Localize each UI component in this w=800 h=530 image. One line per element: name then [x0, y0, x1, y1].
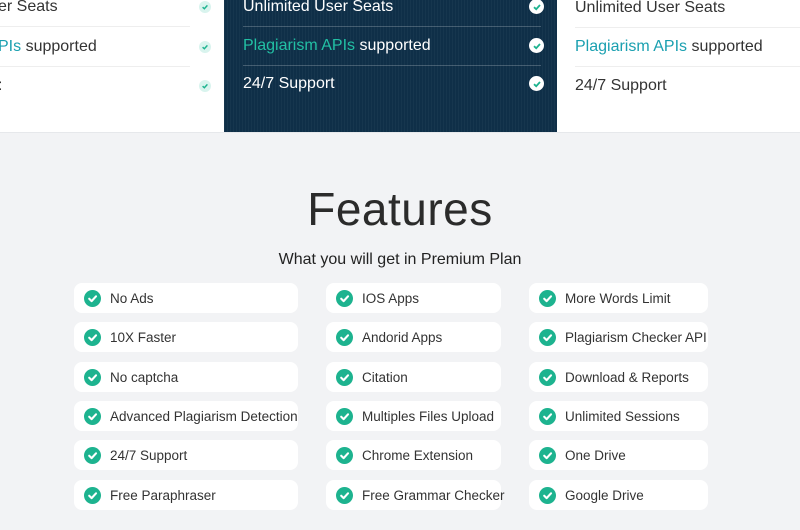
feature-item-label: Chrome Extension: [362, 447, 474, 463]
feature-row-text: Unlimited User Seats: [243, 0, 394, 15]
feature-row-text: 24/7 Support: [575, 76, 667, 94]
check-circle-icon: [336, 289, 353, 307]
feature-item-label: 24/7 Support: [110, 447, 188, 463]
feature-row: Unlimited User Seats: [243, 0, 544, 27]
feature-item: Free Paraphraser: [74, 480, 298, 510]
feature-row-text: Plagiarism APIs supported: [575, 38, 763, 56]
feature-row: Plagiarism APIs supported: [575, 27, 800, 67]
check-circle-icon: [539, 486, 556, 504]
feature-item: No captcha: [74, 362, 298, 392]
feature-item-label: Multiples Files Upload: [362, 408, 495, 424]
check-circle-icon: [336, 407, 353, 425]
feature-item: Unlimited Sessions: [529, 401, 708, 431]
check-circle-icon: [539, 368, 556, 386]
feature-row-text: :: [0, 77, 2, 95]
feature-row-text: Unlimited User Seats: [575, 0, 726, 16]
check-icon: [199, 40, 211, 53]
feature-item-label: Andorid Apps: [362, 329, 443, 345]
feature-row: Plagiarism APIs supported: [243, 26, 544, 66]
check-circle-icon: [84, 289, 101, 307]
check-circle-icon: [84, 368, 101, 386]
feature-row-suffix: supported: [21, 37, 97, 55]
feature-item-label: No captcha: [110, 369, 179, 385]
check-circle-icon: [84, 486, 101, 504]
feature-item: Free Grammar Checker: [326, 480, 505, 510]
feature-row: PIs supported: [0, 27, 211, 67]
check-circle-icon: [84, 446, 101, 464]
feature-item: No Ads: [74, 283, 298, 313]
check-circle-icon: [539, 328, 556, 346]
pricing-card-left: er Seats PIs supported :: [0, 0, 224, 132]
feature-row: :: [0, 66, 211, 105]
feature-item: Google Drive: [529, 480, 708, 510]
feature-row-link[interactable]: Plagiarism APIs: [243, 37, 355, 54]
feature-row-text: Plagiarism APIs supported: [243, 37, 431, 55]
feature-item: Advanced Plagiarism Detection: [74, 401, 298, 431]
feature-item-label: IOS Apps: [362, 290, 420, 306]
check-circle-icon: [336, 486, 353, 504]
feature-item: 10X Faster: [74, 322, 298, 352]
feature-item-label: 10X Faster: [110, 329, 177, 345]
pricing-strip: er Seats PIs supported : Unlimited User …: [0, 0, 800, 133]
feature-item-label: Plagiarism Checker API: [565, 329, 707, 345]
feature-row-text: 24/7 Support: [243, 74, 335, 92]
feature-row: 24/7 Support: [243, 64, 544, 103]
feature-row: 24/7 Support: [575, 66, 800, 105]
features-title: Features: [307, 183, 493, 235]
check-circle-icon: [84, 407, 101, 425]
pricing-card-right: Unlimited User Seats Plagiarism APIs sup…: [557, 0, 800, 132]
feature-item: 24/7 Support: [74, 440, 298, 470]
feature-item-label: Download & Reports: [565, 369, 689, 385]
feature-item-label: Citation: [362, 369, 408, 385]
feature-item: Download & Reports: [529, 362, 708, 392]
feature-item: Plagiarism Checker API: [529, 322, 708, 352]
check-circle-icon: [84, 328, 101, 346]
feature-row-suffix: supported: [355, 36, 431, 54]
feature-item-label: Free Grammar Checker: [362, 487, 505, 503]
feature-item-label: Advanced Plagiarism Detection: [110, 408, 298, 424]
check-circle-icon: [539, 446, 556, 464]
feature-item-label: One Drive: [565, 447, 626, 463]
check-icon: [529, 76, 544, 91]
features-subtitle: What you will get in Premium Plan: [278, 251, 522, 268]
feature-row-text: PIs supported: [0, 38, 97, 56]
check-icon: [199, 79, 211, 92]
feature-row-text: er Seats: [0, 0, 58, 15]
check-circle-icon: [336, 446, 353, 464]
feature-item-label: Unlimited Sessions: [565, 408, 680, 424]
pricing-card-premium: Unlimited User Seats Plagiarism APIs sup…: [224, 0, 557, 132]
check-circle-icon: [539, 407, 556, 425]
feature-row-link[interactable]: Plagiarism APIs: [575, 38, 687, 55]
check-icon: [199, 0, 211, 13]
check-icon: [529, 0, 544, 14]
check-circle-icon: [336, 328, 353, 346]
check-icon: [529, 38, 544, 53]
feature-item-label: Free Paraphraser: [110, 487, 216, 503]
feature-item: Chrome Extension: [326, 440, 501, 470]
check-circle-icon: [539, 289, 556, 307]
feature-item: One Drive: [529, 440, 708, 470]
feature-item: Multiples Files Upload: [326, 401, 501, 431]
feature-item: Andorid Apps: [326, 322, 501, 352]
feature-row-link[interactable]: PIs: [0, 38, 21, 55]
check-circle-icon: [336, 368, 353, 386]
feature-row: er Seats: [0, 0, 211, 27]
feature-item-label: No Ads: [110, 290, 154, 306]
feature-item-label: Google Drive: [565, 487, 644, 503]
feature-row: Unlimited User Seats: [575, 0, 800, 28]
feature-item: Citation: [326, 362, 501, 392]
feature-row-suffix: supported: [687, 37, 763, 55]
feature-item: IOS Apps: [326, 283, 501, 313]
feature-item: More Words Limit: [529, 283, 708, 313]
feature-item-label: More Words Limit: [565, 290, 671, 306]
